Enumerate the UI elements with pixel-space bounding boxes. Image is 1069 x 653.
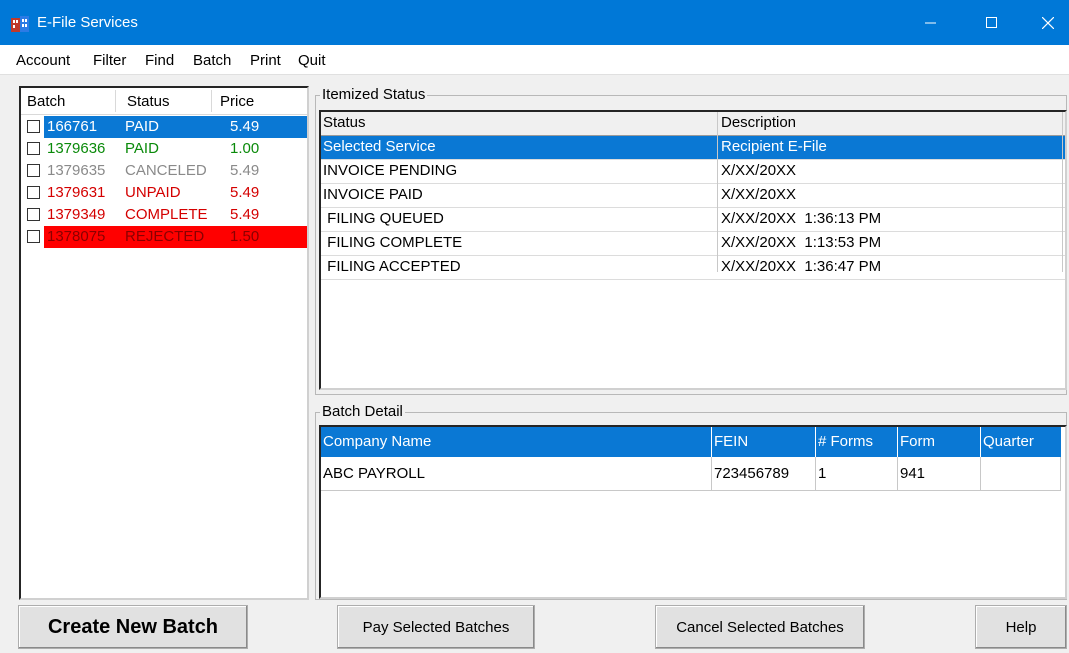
batch-checkbox[interactable] [27,208,40,221]
status-cell: FILING QUEUED [323,210,444,227]
description-cell: X/XX/20XX 1:36:13 PM [721,210,882,227]
quarter-cell [981,457,983,491]
form-cell: 941 [900,465,926,482]
batch-row[interactable]: 1379631 UNPAID 5.49 [25,182,307,204]
fein-cell: 723456789 [714,465,790,482]
batch-status: COMPLETE [125,206,208,223]
column-company-name[interactable]: Company Name [321,427,431,457]
batch-checkbox[interactable] [27,142,40,155]
status-row[interactable]: FILING QUEUED X/XX/20XX 1:36:13 PM [321,208,1065,232]
description-cell: Recipient E-File [721,138,827,155]
batch-price: 5.49 [230,118,260,135]
batch-number: 1379636 [47,140,106,157]
status-cell: FILING COMPLETE [323,234,463,251]
menu-find[interactable]: Find [145,52,174,69]
batch-number: 1379349 [47,206,106,223]
batch-detail-grid[interactable]: Company Name FEIN # Forms Form Quarter A… [319,425,1067,599]
batch-price: 1.00 [230,140,260,157]
forms-count-cell: 1 [818,465,827,482]
itemized-status-header: Status Description [321,112,1065,136]
batch-status: REJECTED [125,228,205,245]
batch-list-header: Batch Status Price [21,88,307,115]
help-button[interactable]: Help [975,605,1067,649]
batch-price: 5.49 [230,206,260,223]
itemized-status-grid[interactable]: Status Description Selected Service Recip… [319,110,1067,390]
menu-filter[interactable]: Filter [93,52,126,69]
window-title: E-File Services [37,14,138,31]
batch-status: PAID [125,118,159,135]
status-cell: INVOICE PAID [323,186,423,203]
menu-print[interactable]: Print [250,52,281,69]
column-price[interactable]: Price [220,93,254,110]
column-quarter[interactable]: Quarter [981,427,1034,457]
column-forms-count[interactable]: # Forms [816,427,873,457]
batch-detail-header: Company Name FEIN # Forms Form Quarter [321,427,1061,457]
status-cell: FILING ACCEPTED [323,258,461,275]
itemized-status-legend: Itemized Status [320,86,428,103]
batch-number: 1379635 [47,162,106,179]
batch-status: PAID [125,140,159,157]
status-row[interactable]: INVOICE PENDING X/XX/20XX [321,160,1065,184]
batch-row[interactable]: 1379349 COMPLETE 5.49 [25,204,307,226]
minimize-button[interactable] [907,0,953,45]
batch-status: UNPAID [125,184,181,201]
batch-checkbox[interactable] [27,230,40,243]
column-status[interactable]: Status [127,93,170,110]
batch-price: 5.49 [230,184,260,201]
batch-row[interactable]: 1379635 CANCELED 5.49 [25,160,307,182]
batch-price: 5.49 [230,162,260,179]
close-button[interactable] [1025,0,1069,45]
batch-row[interactable]: 1378075 REJECTED 1.50 [25,226,307,248]
cancel-selected-batches-button[interactable]: Cancel Selected Batches [655,605,865,649]
batch-status: CANCELED [125,162,207,179]
batch-detail-group: Batch Detail Company Name FEIN # Forms F… [315,403,1067,600]
column-status[interactable]: Status [321,112,366,136]
batch-detail-row[interactable]: ABC PAYROLL 723456789 1 941 [321,457,1061,491]
column-description[interactable]: Description [719,112,796,136]
status-row[interactable]: Selected Service Recipient E-File [321,136,1065,160]
title-bar: E-File Services [0,0,1069,45]
description-cell: X/XX/20XX [721,186,797,203]
itemized-status-group: Itemized Status Status Description Selec… [315,86,1067,395]
batch-price: 1.50 [230,228,260,245]
batch-number: 166761 [47,118,98,135]
description-cell: X/XX/20XX [721,162,797,179]
close-icon [1042,16,1054,29]
column-fein[interactable]: FEIN [712,427,748,457]
batch-checkbox[interactable] [27,164,40,177]
menu-bar: Account Filter Find Batch Print Quit [0,45,1069,75]
app-icon [11,16,29,32]
status-cell: INVOICE PENDING [323,162,458,179]
column-form[interactable]: Form [898,427,935,457]
column-batch[interactable]: Batch [27,93,65,110]
status-row[interactable]: FILING ACCEPTED X/XX/20XX 1:36:47 PM [321,256,1065,280]
pay-selected-batches-button[interactable]: Pay Selected Batches [337,605,535,649]
create-new-batch-button[interactable]: Create New Batch [18,605,248,649]
batch-checkbox[interactable] [27,120,40,133]
status-row[interactable]: INVOICE PAID X/XX/20XX [321,184,1065,208]
batch-number: 1378075 [47,228,106,245]
batch-detail-legend: Batch Detail [320,403,405,420]
maximize-button[interactable] [968,0,1014,45]
minimize-icon [924,22,936,24]
batch-row[interactable]: 1379636 PAID 1.00 [25,138,307,160]
company-name-cell: ABC PAYROLL [323,465,425,482]
batch-row[interactable]: 166761 PAID 5.49 [25,116,307,138]
status-row[interactable]: FILING COMPLETE X/XX/20XX 1:13:53 PM [321,232,1065,256]
menu-account[interactable]: Account [16,52,70,69]
description-cell: X/XX/20XX 1:36:47 PM [721,258,882,275]
description-cell: X/XX/20XX 1:13:53 PM [721,234,882,251]
batch-number: 1379631 [47,184,106,201]
batch-list[interactable]: Batch Status Price 166761 PAID 5.49 1379636… [19,86,309,600]
maximize-icon [985,17,997,28]
menu-batch[interactable]: Batch [193,52,231,69]
batch-checkbox[interactable] [27,186,40,199]
menu-quit[interactable]: Quit [298,52,326,69]
status-cell: Selected Service [323,138,436,155]
